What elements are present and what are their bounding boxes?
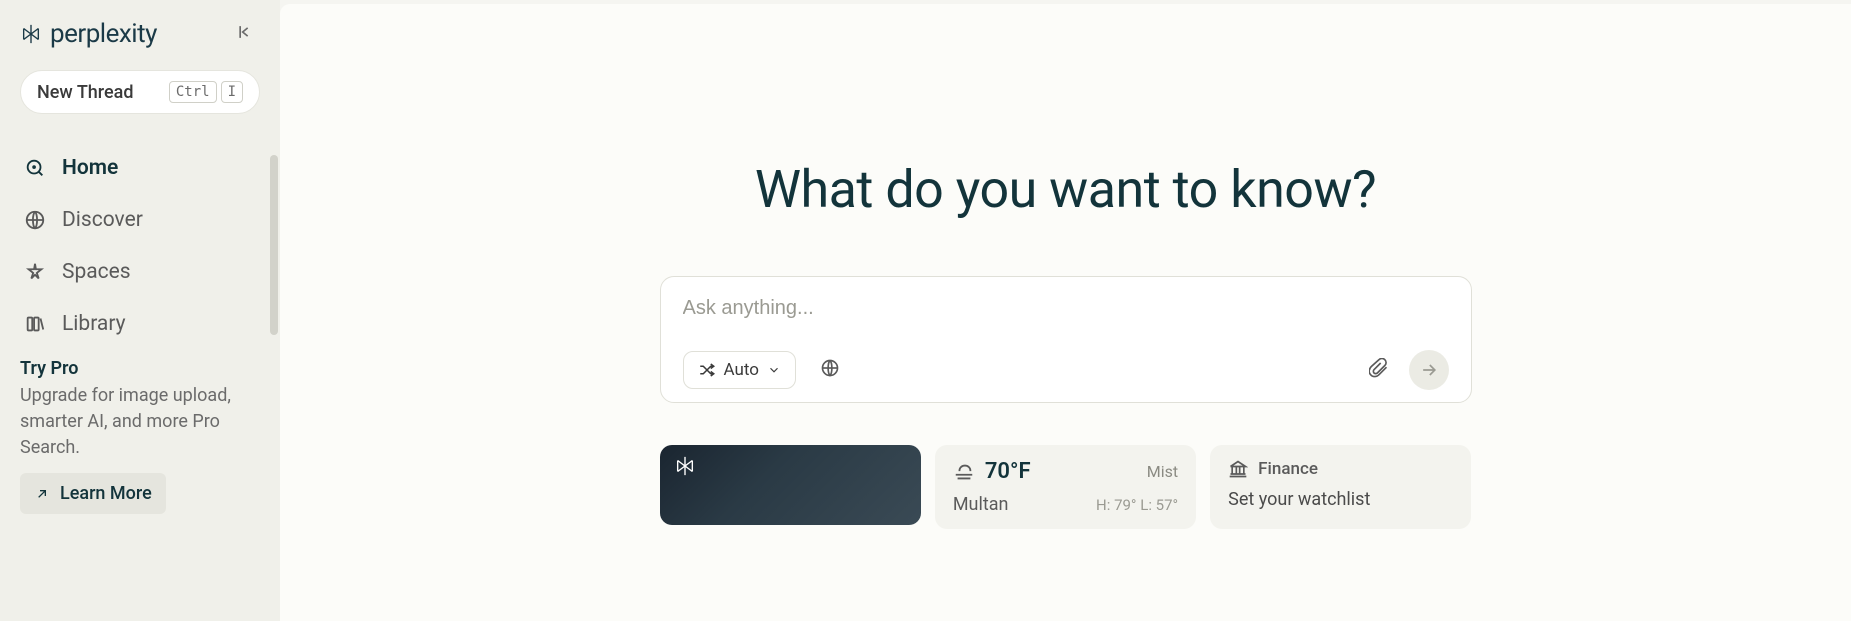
collapse-icon (236, 22, 256, 42)
sidebar-item-spaces[interactable]: Spaces (20, 246, 260, 298)
finance-subtitle: Set your watchlist (1228, 489, 1453, 510)
perplexity-logo-icon (674, 455, 696, 481)
brand-logo[interactable]: perplexity (20, 19, 157, 49)
weather-temperature: 70°F (985, 459, 1031, 484)
learn-more-label: Learn More (60, 483, 152, 504)
fog-icon (953, 461, 975, 483)
search-focus-icon (24, 157, 46, 179)
finance-card[interactable]: Finance Set your watchlist (1210, 445, 1471, 529)
weather-card[interactable]: 70°F Mist Multan H: 79° L: 57° (935, 445, 1196, 529)
search-toolbar: Auto (683, 350, 1449, 390)
new-thread-label: New Thread (37, 82, 133, 103)
pro-title: Try Pro (20, 358, 260, 379)
finance-title: Finance (1258, 459, 1318, 479)
weather-condition: Mist (1147, 462, 1178, 481)
widget-row: 70°F Mist Multan H: 79° L: 57° Finance S… (660, 445, 1472, 529)
pro-upsell: Try Pro Upgrade for image upload, smarte… (20, 358, 260, 524)
new-thread-button[interactable]: New Thread Ctrl I (20, 70, 260, 114)
sidebar-item-label: Home (62, 156, 118, 180)
discover-icon (24, 209, 46, 231)
spaces-icon (24, 261, 46, 283)
brand-name: perplexity (50, 19, 157, 49)
sidebar-header: perplexity (20, 18, 260, 50)
sidebar-item-label: Spaces (62, 260, 131, 284)
hero-title: What do you want to know? (755, 159, 1376, 220)
mode-selector[interactable]: Auto (683, 351, 796, 389)
kbd-shortcut: Ctrl I (169, 81, 243, 103)
mode-label: Auto (724, 360, 759, 380)
sidebar-item-label: Library (62, 312, 126, 336)
finance-top-row: Finance (1228, 459, 1453, 479)
kbd-ctrl: Ctrl (169, 81, 217, 103)
weather-city: Multan (953, 494, 1009, 515)
sidebar: perplexity New Thread Ctrl I Home Discov… (0, 0, 280, 621)
submit-button[interactable] (1409, 350, 1449, 390)
sidebar-item-home[interactable]: Home (20, 142, 260, 194)
attach-button[interactable] (1363, 352, 1395, 388)
sidebar-collapse-button[interactable] (232, 18, 260, 50)
shuffle-icon (698, 361, 716, 379)
globe-icon (820, 358, 840, 378)
chevron-down-icon (767, 363, 781, 377)
external-link-icon (34, 486, 50, 502)
bank-icon (1228, 459, 1248, 479)
sidebar-item-discover[interactable]: Discover (20, 194, 260, 246)
weather-top-row: 70°F Mist (953, 459, 1178, 484)
pro-description: Upgrade for image upload, smarter AI, an… (20, 383, 260, 461)
globe-button[interactable] (814, 352, 846, 388)
sidebar-item-label: Discover (62, 208, 143, 232)
sidebar-scrollbar[interactable] (270, 155, 278, 335)
search-input[interactable] (683, 297, 1449, 320)
featured-card[interactable] (660, 445, 921, 525)
toolbar-right (1363, 350, 1449, 390)
search-box: Auto (660, 276, 1472, 403)
main-content: What do you want to know? Auto (280, 4, 1851, 621)
arrow-right-icon (1419, 360, 1439, 380)
library-icon (24, 313, 46, 335)
weather-bottom-row: Multan H: 79° L: 57° (953, 494, 1178, 515)
paperclip-icon (1369, 358, 1389, 378)
learn-more-button[interactable]: Learn More (20, 473, 166, 514)
perplexity-logo-icon (20, 23, 42, 45)
sidebar-item-library[interactable]: Library (20, 298, 260, 350)
toolbar-left: Auto (683, 351, 846, 389)
weather-high-low: H: 79° L: 57° (1096, 496, 1178, 514)
kbd-i: I (221, 81, 243, 103)
